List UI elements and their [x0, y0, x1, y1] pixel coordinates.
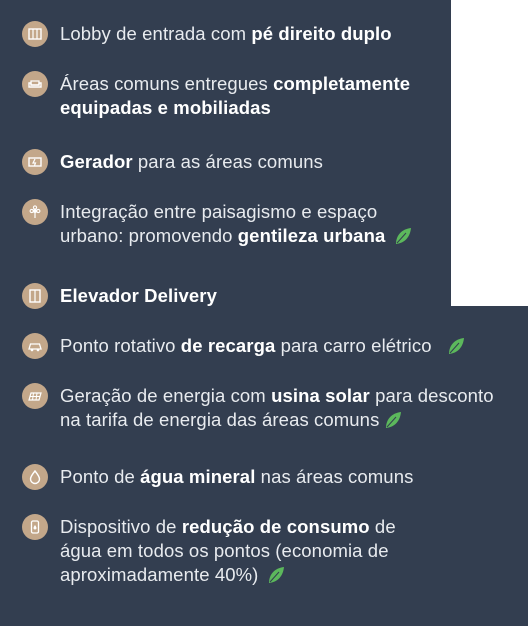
- feature-text: Lobby de entrada com pé direito duplo: [60, 23, 392, 44]
- flower-icon: [22, 199, 48, 225]
- sofa-icon: [22, 71, 48, 97]
- feature-item-ev-charging: Ponto rotativo de recarga para carro elé…: [22, 333, 516, 359]
- feature-item-lobby: Lobby de entrada com pé direito duplo: [22, 21, 516, 47]
- feature-text: Elevador Delivery: [60, 285, 217, 306]
- feature-item-mineral-water: Ponto de água mineral nas áreas comuns: [22, 464, 516, 490]
- feature-text: Ponto de água mineral nas áreas comuns: [60, 466, 414, 487]
- water-drop-icon: [22, 464, 48, 490]
- feature-text: Gerador para as áreas comuns: [60, 151, 323, 172]
- feature-text: Integração entre paisagismo e espaço urb…: [60, 200, 422, 248]
- feature-item-water-saving: Dispositivo de redução de consumo de águ…: [22, 514, 397, 587]
- feature-text: Áreas comuns entregues completamente equ…: [60, 73, 411, 118]
- car-charger-icon: [22, 333, 48, 359]
- feature-item-generator: Gerador para as áreas comuns: [22, 149, 516, 175]
- elevator-icon: [22, 283, 48, 309]
- leaf-icon: [386, 412, 402, 428]
- feature-item-landscape: Integração entre paisagismo e espaço urb…: [22, 199, 422, 248]
- feature-text: Geração de energia com usina solar para …: [60, 385, 494, 430]
- solar-panel-icon: [22, 383, 48, 409]
- feature-item-solar: Geração de energia com usina solar para …: [22, 383, 512, 432]
- feature-text: Dispositivo de redução de consumo de águ…: [60, 516, 396, 585]
- feature-item-common-areas: Áreas comuns entregues completamente equ…: [22, 71, 442, 120]
- faucet-icon: [22, 514, 48, 540]
- feature-item-elevator: Elevador Delivery: [22, 283, 516, 309]
- lobby-icon: [22, 21, 48, 47]
- feature-text: Ponto rotativo de recarga para carro elé…: [60, 334, 466, 358]
- leaf-icon: [269, 567, 285, 583]
- leaf-icon: [448, 338, 464, 354]
- generator-icon: [22, 149, 48, 175]
- leaf-icon: [396, 228, 412, 244]
